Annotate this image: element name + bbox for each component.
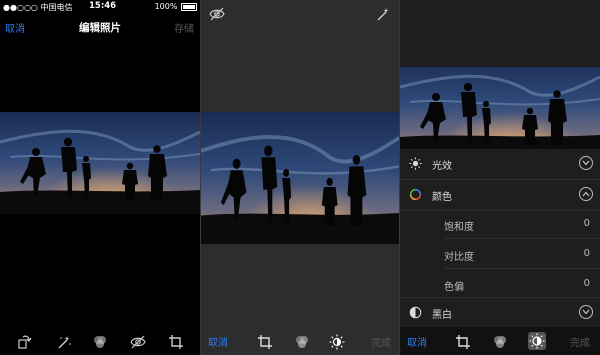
param-label: 饱和度 bbox=[444, 222, 474, 233]
edit-toolbar: 取消 完成 bbox=[201, 327, 399, 355]
nav-bar: 取消 编辑照片 存储 bbox=[0, 15, 200, 41]
sun-icon bbox=[409, 157, 422, 170]
adjust-light-icon[interactable] bbox=[329, 334, 345, 350]
param-saturation[interactable]: 饱和度 0 bbox=[400, 209, 600, 239]
edit-toolbar bbox=[0, 327, 200, 355]
magic-wand-icon[interactable] bbox=[56, 334, 72, 350]
param-value: 0 bbox=[583, 278, 590, 289]
section-color[interactable]: 颜色 bbox=[400, 180, 600, 211]
half-circle-icon bbox=[409, 306, 422, 319]
battery-area: 100% bbox=[155, 2, 197, 11]
photo-preview bbox=[0, 112, 200, 214]
param-value: 0 bbox=[583, 218, 590, 229]
param-label: 色偏 bbox=[444, 282, 464, 293]
done-button[interactable]: 完成 bbox=[371, 334, 391, 349]
filters-icon[interactable] bbox=[294, 334, 310, 350]
cancel-button[interactable]: 取消 bbox=[407, 334, 427, 349]
chevron-down-icon[interactable] bbox=[579, 156, 593, 170]
adjustments-screen: 光效 颜色 饱和度 0 对比度 0 色偏 0 黑白 取消 完成 bbox=[400, 0, 600, 355]
section-label: 黑白 bbox=[432, 310, 452, 321]
param-contrast[interactable]: 对比度 0 bbox=[400, 239, 600, 269]
adjust-light-icon[interactable] bbox=[528, 332, 546, 350]
crop-icon[interactable] bbox=[455, 334, 471, 350]
save-button[interactable]: 存储 bbox=[174, 20, 194, 35]
param-cast[interactable]: 色偏 0 bbox=[400, 269, 600, 299]
photo-preview bbox=[400, 67, 600, 149]
section-label: 颜色 bbox=[432, 192, 452, 203]
param-label: 对比度 bbox=[444, 252, 474, 263]
done-button[interactable]: 完成 bbox=[570, 334, 590, 349]
photo-preview bbox=[201, 112, 399, 244]
crop-screen: 取消 完成 bbox=[201, 0, 399, 355]
color-ring-icon bbox=[409, 188, 422, 201]
battery-percent: 100% bbox=[154, 2, 178, 11]
edit-photo-screen: ●●○○○ 中国电信 15:46 100% 取消 编辑照片 存储 bbox=[0, 0, 200, 355]
hide-original-icon[interactable] bbox=[209, 6, 225, 22]
battery-icon bbox=[181, 2, 197, 11]
page-title: 编辑照片 bbox=[79, 22, 121, 34]
hide-original-icon[interactable] bbox=[130, 334, 146, 350]
chevron-down-icon[interactable] bbox=[579, 305, 593, 319]
chevron-up-icon[interactable] bbox=[579, 187, 593, 201]
section-bw[interactable]: 黑白 bbox=[400, 297, 600, 328]
filters-icon[interactable] bbox=[92, 334, 108, 350]
rotate-icon[interactable] bbox=[16, 334, 32, 350]
magic-wand-icon[interactable] bbox=[375, 6, 391, 22]
clock: 15:46 bbox=[89, 1, 117, 11]
crop-icon[interactable] bbox=[257, 334, 273, 350]
crop-icon[interactable] bbox=[168, 334, 184, 350]
param-value: 0 bbox=[583, 248, 590, 259]
cancel-button[interactable]: 取消 bbox=[208, 334, 228, 349]
section-light[interactable]: 光效 bbox=[400, 149, 600, 180]
section-label: 光效 bbox=[432, 161, 452, 172]
edit-toolbar: 取消 完成 bbox=[400, 327, 600, 355]
carrier-label: ●●○○○ 中国电信 bbox=[3, 3, 73, 12]
filters-icon[interactable] bbox=[492, 334, 508, 350]
status-bar: ●●○○○ 中国电信 15:46 100% bbox=[0, 0, 200, 14]
